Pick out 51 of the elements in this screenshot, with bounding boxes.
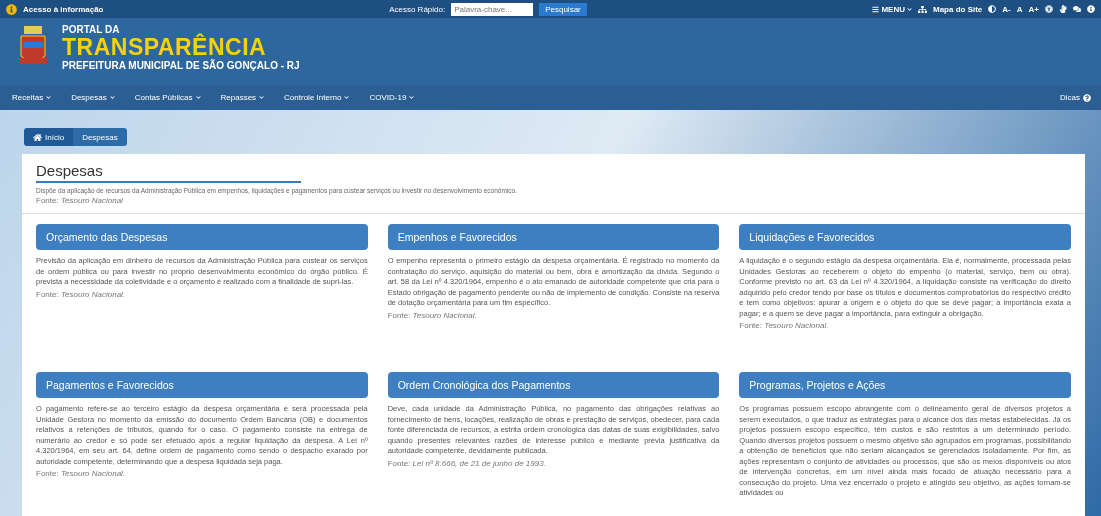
- source-note: Fonte: Lei nº 8.666, de 21 de junho de 1993.: [387, 458, 547, 468]
- sitemap-link[interactable]: Mapa do Site: [932, 4, 983, 14]
- source-note: Fonte: Tesouro Nacional: [36, 196, 124, 205]
- nav-menu-item[interactable]: Receitas: [2, 93, 62, 102]
- source-note: Fonte: Tesouro Nacional.: [739, 321, 830, 330]
- menu-icon: [872, 5, 880, 13]
- card-header[interactable]: Ordem Cronológica dos Pagamentos: [387, 372, 720, 398]
- card-header[interactable]: Pagamentos e Favorecidos: [36, 372, 368, 398]
- quick-access-label: Acesso Rápido:: [389, 4, 446, 14]
- font-size-button[interactable]: A-: [1002, 4, 1011, 14]
- font-size-button[interactable]: A+: [1028, 4, 1039, 14]
- chevron-down-icon: [195, 95, 201, 100]
- card-header[interactable]: Empenhos e Favorecidos: [387, 224, 720, 250]
- nav-menu-item[interactable]: Contas Públicas: [124, 93, 211, 102]
- portal-title: TRANSPARÊNCIA: [62, 35, 268, 60]
- card-header[interactable]: Orçamento das Despesas: [36, 224, 368, 250]
- nav-menu-item[interactable]: Controle Interno: [274, 93, 360, 102]
- hand-icon[interactable]: [1059, 5, 1067, 13]
- nav-menu-item[interactable]: Despesas: [61, 93, 125, 102]
- chat-icon[interactable]: [1073, 5, 1081, 13]
- accessibility-icon[interactable]: [1045, 5, 1053, 13]
- tips-link[interactable]: Dicas: [1050, 93, 1101, 102]
- breadcrumb-item[interactable]: Despesas: [73, 128, 127, 146]
- chevron-down-icon: [109, 95, 115, 100]
- info-icon[interactable]: [1087, 5, 1095, 13]
- menu-button[interactable]: MENU: [872, 4, 912, 14]
- chevron-down-icon: [906, 6, 912, 12]
- card-header[interactable]: Liquidações e Favorecidos: [739, 224, 1071, 250]
- source-note: Fonte: Tesouro Nacional.: [387, 310, 478, 320]
- search-field[interactable]: Palavra-chave...: [451, 2, 534, 16]
- chevron-down-icon: [46, 95, 52, 100]
- font-size-button[interactable]: A: [1016, 4, 1023, 14]
- portal-subtitle: PREFEITURA MUNICIPAL DE SÃO GONÇALO - RJ: [62, 60, 300, 71]
- chevron-down-icon: [259, 95, 265, 100]
- search-button[interactable]: Pesquisar: [539, 2, 587, 16]
- nav-menu-item[interactable]: COVID-19: [359, 93, 425, 102]
- access-info-link[interactable]: Acesso à informação: [23, 4, 104, 14]
- nav-menu-item[interactable]: Repasses: [210, 93, 275, 102]
- chevron-down-icon: [344, 95, 350, 100]
- sitemap-icon: [917, 4, 927, 14]
- chevron-down-icon: [409, 95, 415, 100]
- home-icon: [33, 132, 42, 142]
- help-icon: [1083, 93, 1091, 102]
- card-header[interactable]: Programas, Projetos e Ações: [739, 372, 1071, 398]
- contrast-icon[interactable]: [988, 5, 997, 13]
- portal-label: PORTAL DA: [62, 24, 120, 35]
- page-title: Despesas: [36, 162, 301, 183]
- source-note: Fonte: Tesouro Nacional.: [36, 289, 127, 299]
- breadcrumb-item[interactable]: Início: [24, 128, 74, 146]
- source-note: Fonte: Tesouro Nacional.: [36, 469, 127, 478]
- info-icon: [6, 3, 17, 15]
